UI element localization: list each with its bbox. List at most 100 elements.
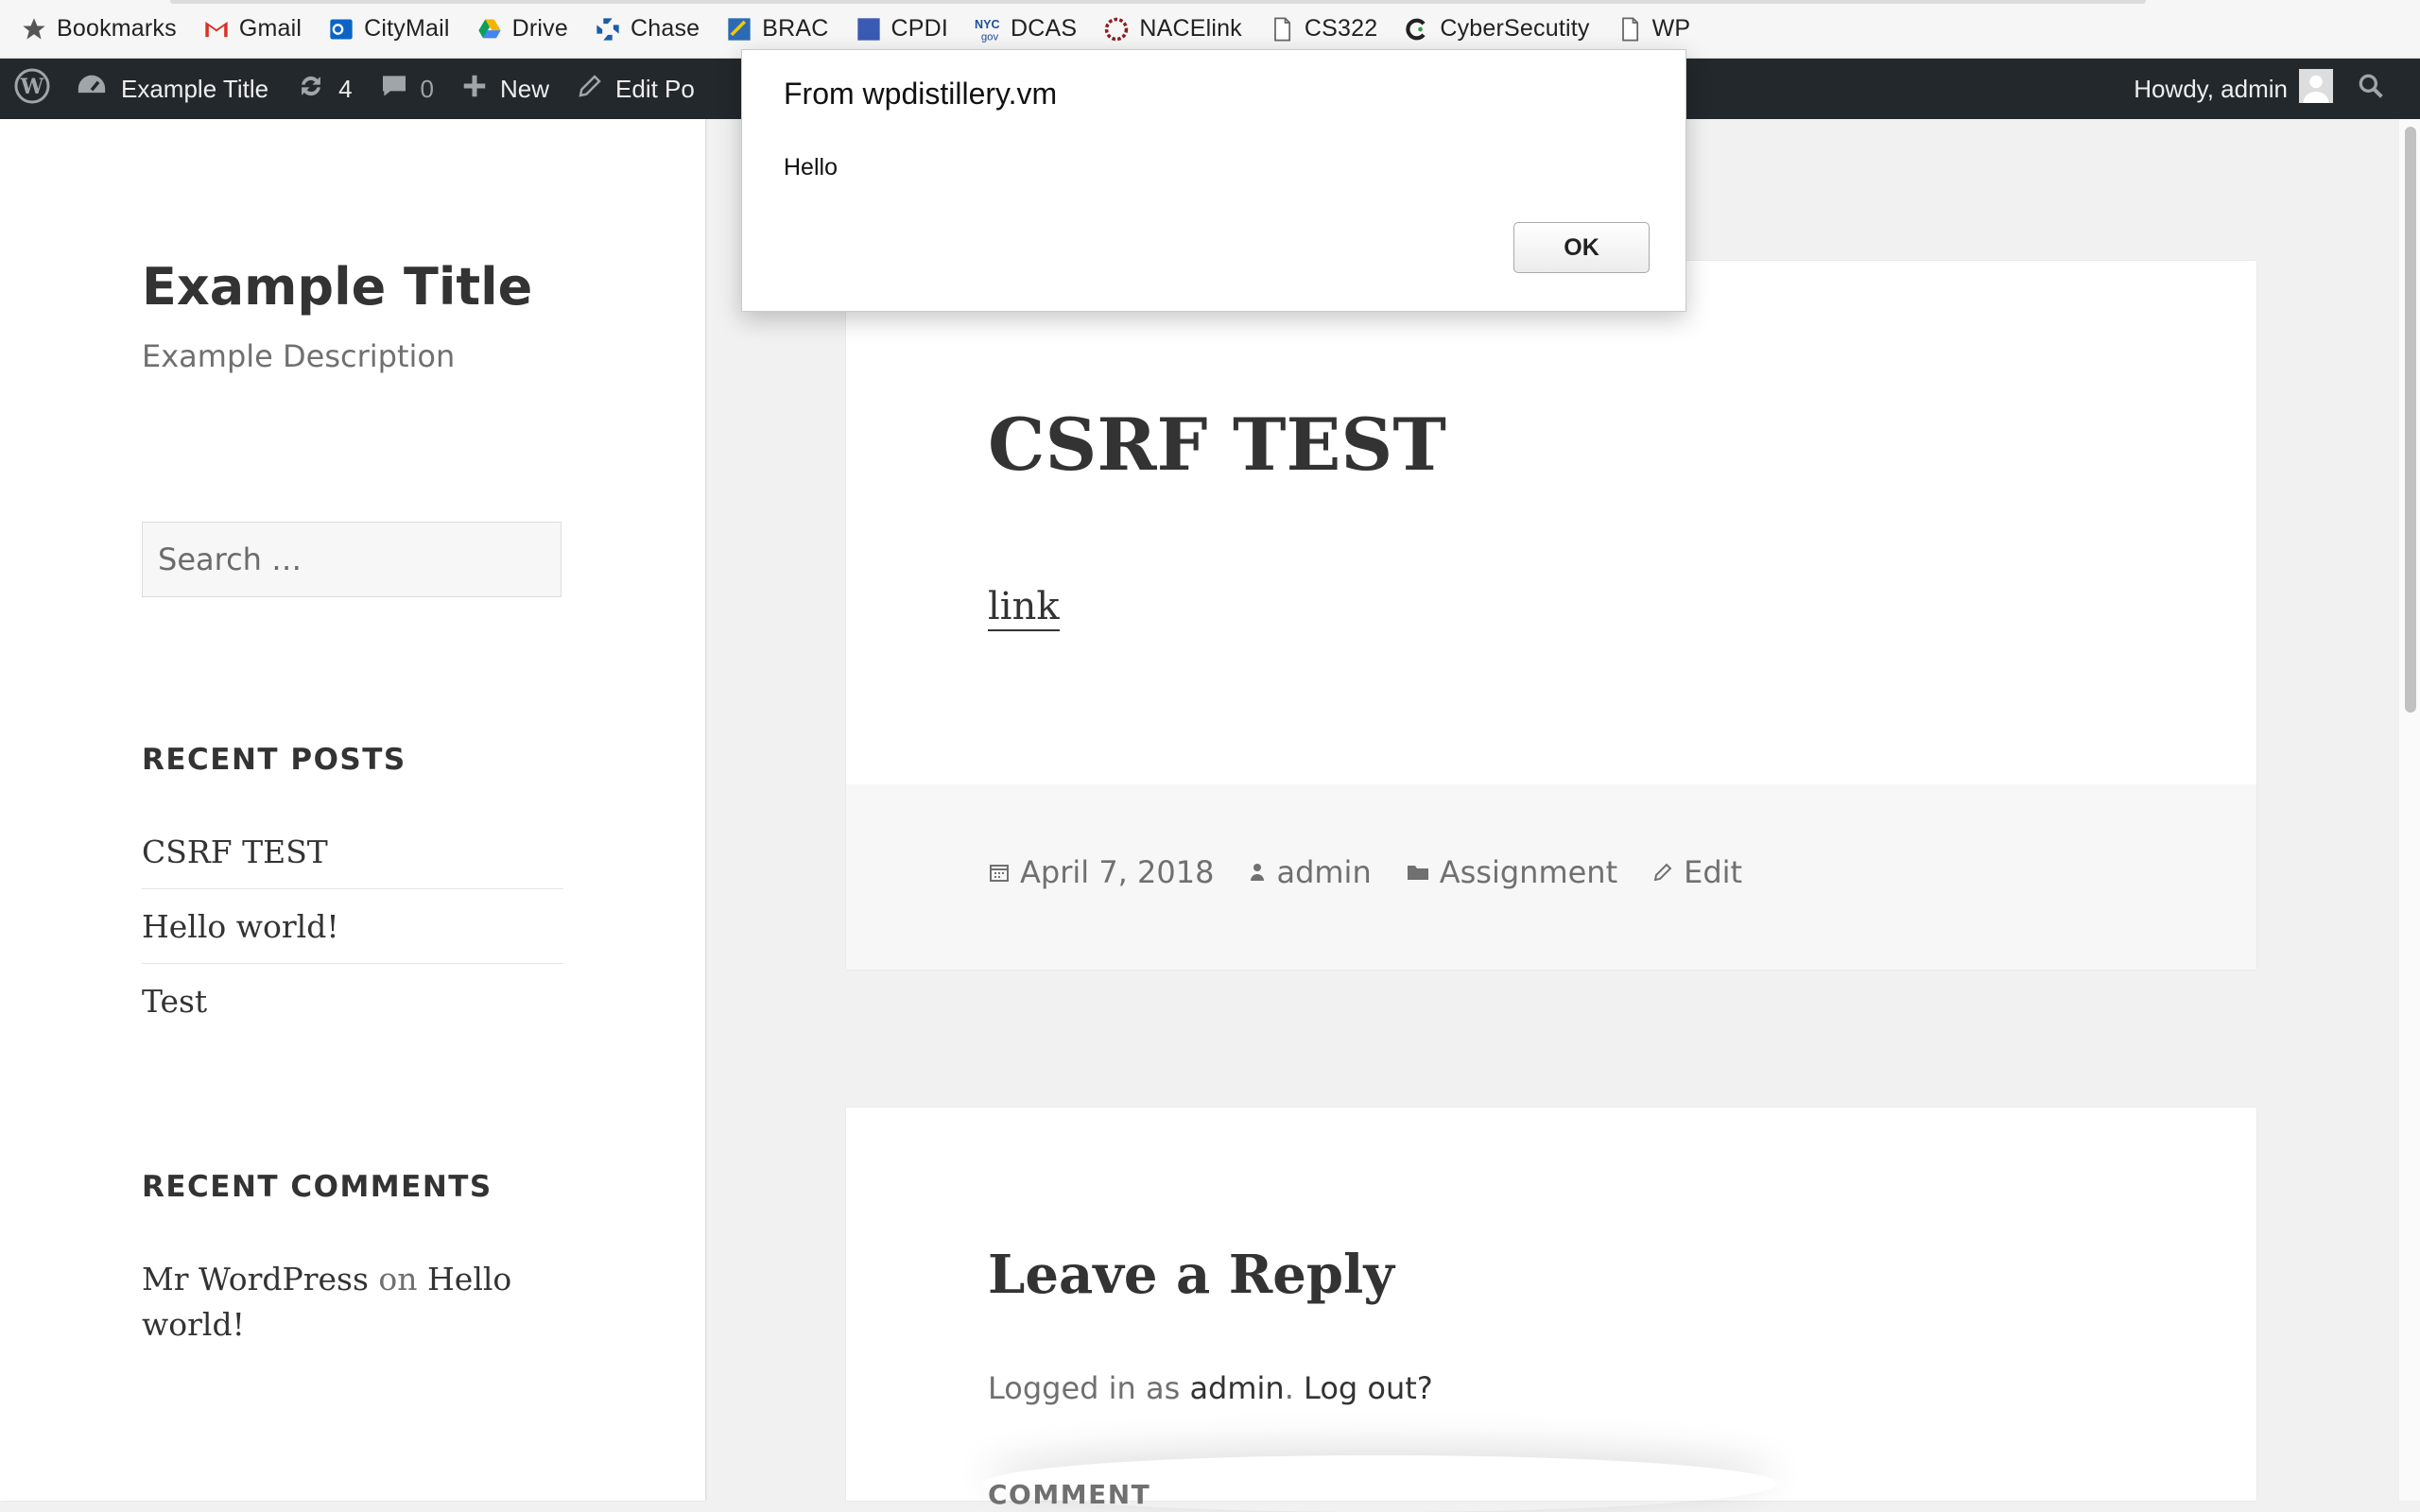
wordpress-logo-icon: W: [13, 67, 51, 112]
log-out-link[interactable]: Log out?: [1304, 1370, 1433, 1406]
site-name: Example Title: [121, 74, 269, 103]
site-title[interactable]: Example Title: [142, 257, 532, 317]
ok-button[interactable]: OK: [1513, 222, 1650, 273]
post-edit-link[interactable]: Edit: [1651, 854, 1742, 890]
site-description: Example Description: [142, 338, 456, 374]
svg-text:gov: gov: [981, 31, 999, 43]
cybersecurity-icon: [1404, 16, 1430, 43]
star-icon: [21, 16, 47, 43]
post-date-text: April 7, 2018: [1020, 854, 1215, 890]
alert-dialog: From wpdistillery.vm Hello OK: [741, 49, 1686, 312]
pencil-icon: [576, 72, 604, 107]
admin-search-button[interactable]: [2342, 59, 2420, 119]
logged-in-as: Logged in as admin. Log out?: [988, 1370, 1433, 1406]
bookmark-label: NACElink: [1139, 15, 1242, 42]
bookmark-bookmarks[interactable]: Bookmarks: [21, 10, 177, 48]
howdy-text: Howdy, admin: [2134, 74, 2288, 103]
updates-count: 4: [338, 74, 353, 103]
bookmark-label: DCAS: [1011, 15, 1078, 42]
post-category-text: Assignment: [1439, 854, 1618, 890]
dialog-title: From wpdistillery.vm: [784, 77, 1058, 111]
comment-on-text: on: [378, 1261, 418, 1297]
updates-button[interactable]: 4: [282, 59, 365, 119]
gmail-icon: [203, 16, 230, 43]
site-name-menu[interactable]: Example Title: [62, 59, 282, 119]
bookmark-dcas[interactable]: NYC gov DCAS: [975, 10, 1077, 48]
bookmark-label: CS322: [1304, 15, 1378, 42]
pencil-icon: [1653, 863, 1672, 882]
dialog-message: Hello: [784, 154, 838, 180]
post-edit-text: Edit: [1684, 854, 1743, 890]
chase-icon: [595, 16, 621, 43]
new-label: New: [500, 74, 550, 103]
post-author-text: admin: [1276, 854, 1372, 890]
reply-title: Leave a Reply: [988, 1244, 1394, 1306]
recent-post-link[interactable]: CSRF TEST: [142, 815, 563, 889]
bookmark-label: Bookmarks: [57, 15, 177, 42]
drive-icon: [476, 16, 503, 43]
updates-icon: [295, 70, 327, 109]
brac-icon: [726, 16, 752, 43]
bookmark-citymail[interactable]: CityMail: [328, 10, 450, 48]
comments-count: 0: [420, 74, 435, 103]
comment-field-label: COMMENT: [988, 1479, 1151, 1510]
logged-in-separator: .: [1284, 1370, 1294, 1406]
comment-author-link[interactable]: Mr WordPress: [142, 1261, 369, 1297]
nyc-gov-icon: NYC gov: [975, 16, 1001, 43]
bookmark-label: CityMail: [364, 15, 450, 42]
svg-text:W: W: [20, 75, 44, 99]
edit-post-label: Edit Po: [615, 74, 695, 103]
bookmark-gmail[interactable]: Gmail: [203, 10, 302, 48]
cpdi-icon: [856, 16, 882, 43]
dashboard-icon: [76, 70, 108, 109]
logged-in-user-link[interactable]: admin: [1189, 1370, 1284, 1406]
nacelink-icon: [1103, 16, 1130, 43]
recent-post-link[interactable]: Hello world!: [142, 889, 563, 964]
bookmark-label: Gmail: [238, 15, 302, 42]
bookmark-cpdi[interactable]: CPDI: [856, 10, 949, 48]
post-title: CSRF TEST: [988, 403, 1446, 487]
scrollbar-thumb[interactable]: [2405, 127, 2416, 713]
outlook-icon: [328, 16, 354, 43]
my-account-menu[interactable]: Howdy, admin: [2120, 59, 2342, 119]
bookmark-label: CyberSecutity: [1440, 15, 1590, 42]
recent-comment-item: Mr WordPress on Hello world!: [142, 1257, 558, 1348]
svg-text:NYC: NYC: [975, 17, 1000, 30]
bookmark-label: WP: [1651, 15, 1691, 42]
post-category[interactable]: Assignment: [1406, 854, 1617, 890]
plus-icon: [460, 72, 489, 107]
bookmark-cs322[interactable]: CS322: [1269, 10, 1377, 48]
author-icon: [1251, 864, 1265, 881]
folder-icon: [1407, 866, 1428, 880]
logged-in-prefix: Logged in as: [988, 1370, 1181, 1406]
search-input[interactable]: [142, 522, 562, 597]
post-content-link[interactable]: link: [988, 584, 1060, 631]
edit-post-button[interactable]: Edit Po: [562, 59, 708, 119]
bookmark-label: Drive: [511, 15, 568, 42]
calendar-icon: [990, 865, 1009, 882]
bookmark-wp[interactable]: WP: [1616, 10, 1691, 48]
bookmark-chase[interactable]: Chase: [595, 10, 700, 48]
wp-logo-button[interactable]: W: [0, 59, 62, 119]
page-icon: [1616, 16, 1643, 43]
comment-bubble-icon: [379, 71, 409, 108]
bookmark-brac[interactable]: BRAC: [726, 10, 828, 48]
page-icon: [1269, 16, 1295, 43]
bookmark-label: CPDI: [890, 15, 949, 42]
search-icon: [2356, 71, 2386, 108]
post-date[interactable]: April 7, 2018: [988, 854, 1214, 890]
recent-posts-list: CSRF TEST Hello world! Test: [142, 815, 563, 1039]
page-scrollbar[interactable]: [2399, 119, 2420, 1501]
comments-button[interactable]: 0: [366, 59, 447, 119]
bookmark-label: Chase: [630, 15, 700, 42]
new-content-button[interactable]: New: [447, 59, 562, 119]
bookmark-cybersecutity[interactable]: CyberSecutity: [1404, 10, 1589, 48]
recent-comments-heading: RECENT COMMENTS: [142, 1170, 493, 1204]
bookmark-nacelink[interactable]: NACElink: [1103, 10, 1242, 48]
post-author[interactable]: admin: [1248, 854, 1372, 890]
recent-posts-heading: RECENT POSTS: [142, 743, 406, 777]
avatar: [2299, 68, 2333, 110]
post-meta: April 7, 2018 admin Assignment Edit: [988, 854, 1776, 890]
bookmark-drive[interactable]: Drive: [476, 10, 568, 48]
recent-post-link[interactable]: Test: [142, 964, 563, 1039]
